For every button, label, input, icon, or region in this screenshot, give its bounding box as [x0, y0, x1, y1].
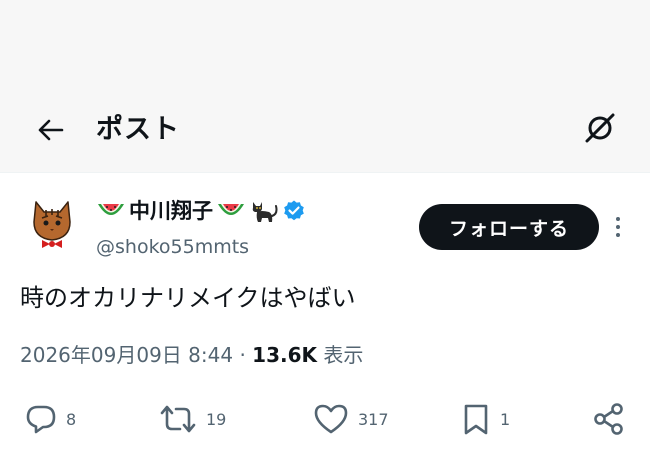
- watermelon-icon: [218, 204, 244, 215]
- grok-icon: [585, 113, 615, 143]
- share-icon: [594, 403, 623, 435]
- black-cat-icon: [252, 202, 278, 222]
- author-name-row[interactable]: 中川翔子: [96, 196, 306, 226]
- watermelon-icon: [98, 204, 124, 215]
- arrow-left-icon: [38, 119, 64, 141]
- header-divider: [0, 172, 650, 173]
- repost-icon: [160, 405, 196, 433]
- verified-badge-icon: [284, 200, 304, 221]
- meta-separator: ·: [239, 343, 246, 367]
- cat-avatar-icon: [24, 196, 80, 252]
- post-text: 時のオカリナリメイクはやばい: [20, 284, 356, 312]
- page-title: ポスト: [96, 114, 180, 145]
- more-dot-icon: [616, 233, 620, 237]
- repost-button[interactable]: 19: [158, 396, 226, 442]
- action-bar: 8 19 317 1: [0, 396, 650, 442]
- bookmark-button[interactable]: 1: [460, 396, 510, 442]
- more-dot-icon: [616, 217, 620, 221]
- more-dot-icon: [616, 225, 620, 229]
- avatar[interactable]: [24, 196, 80, 252]
- grok-button[interactable]: [578, 106, 622, 150]
- like-count: 317: [358, 409, 389, 429]
- repost-count: 19: [206, 409, 227, 429]
- more-options-button[interactable]: [610, 212, 626, 242]
- reply-icon: [26, 405, 56, 434]
- views-label: 表示: [323, 343, 364, 367]
- back-button[interactable]: [28, 108, 72, 152]
- like-button[interactable]: 317: [312, 396, 389, 442]
- follow-button[interactable]: フォローする: [419, 204, 599, 250]
- page-header: ポスト: [0, 92, 650, 172]
- bookmark-count: 1: [500, 409, 511, 429]
- views-count: 13.6K: [252, 343, 317, 367]
- author-handle[interactable]: @shoko55mmts: [96, 234, 249, 260]
- heart-icon: [314, 404, 348, 434]
- share-button[interactable]: [592, 396, 626, 442]
- author-display-name: 中川翔子: [129, 199, 213, 223]
- reply-count: 8: [66, 409, 77, 429]
- status-bar-area: [0, 0, 650, 92]
- bookmark-icon: [464, 404, 488, 435]
- post-timestamp[interactable]: 2026年09月09日 8:44: [20, 343, 233, 367]
- post-meta: 2026年09月09日 8:44 · 13.6K 表示: [20, 340, 363, 370]
- reply-button[interactable]: 8: [24, 396, 76, 442]
